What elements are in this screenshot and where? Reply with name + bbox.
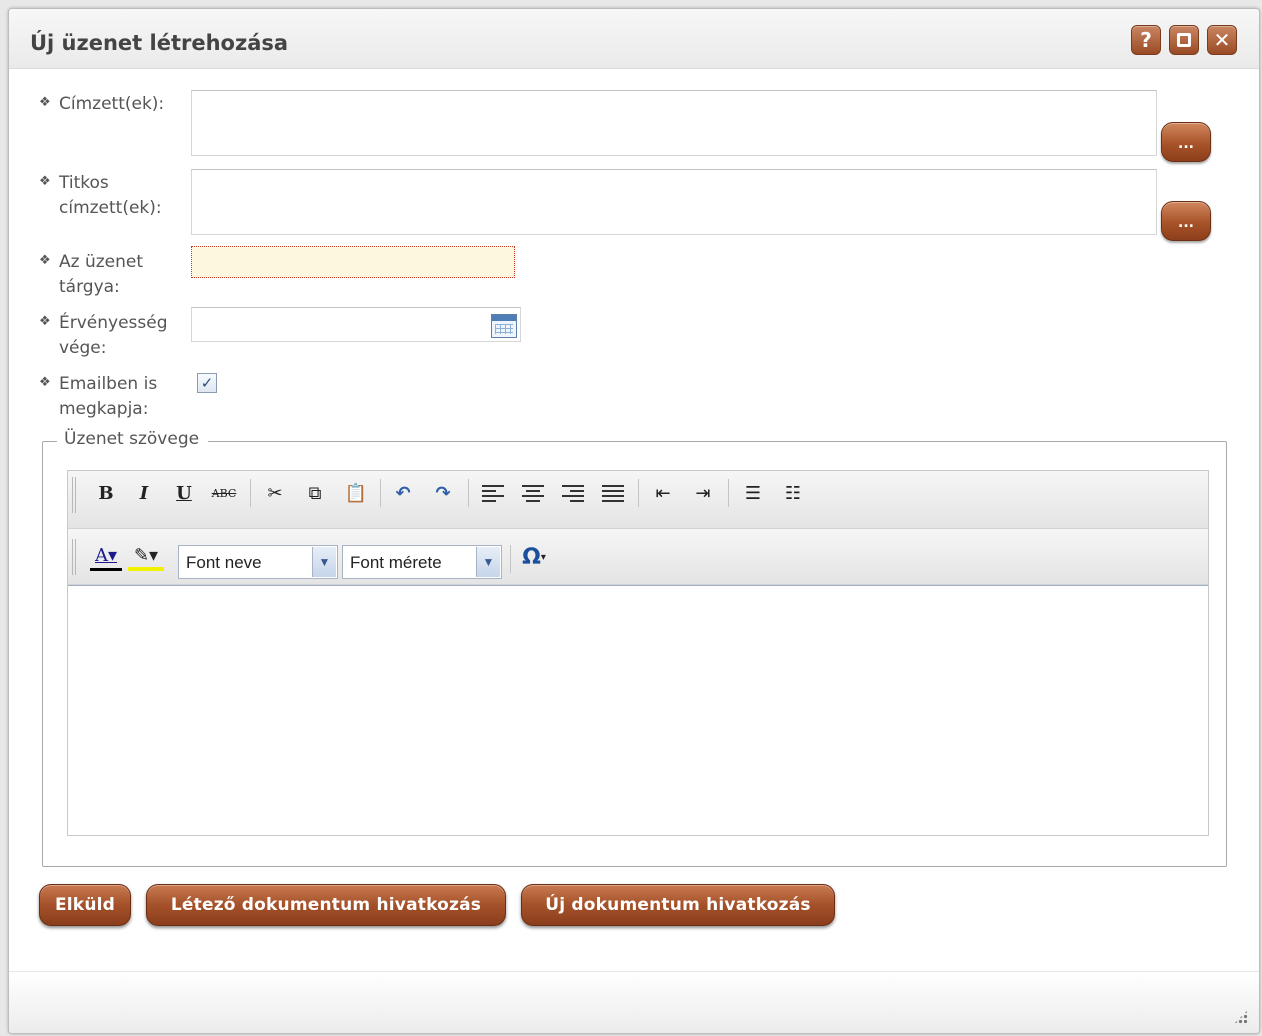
toolbar-separator [250, 479, 251, 507]
dialog-title: Új üzenet létrehozása [30, 31, 289, 55]
toolbar-grip[interactable] [72, 539, 76, 575]
copy-button[interactable]: ⧉ [302, 479, 328, 507]
expiry-label-row: ❖ Érvényesség vége: [39, 311, 184, 361]
copy-icon: ⧉ [308, 482, 322, 504]
font-size-select[interactable]: Font mérete ▼ [342, 545, 502, 579]
outdent-button[interactable]: ⇤ [650, 479, 676, 507]
toolbar-separator [638, 479, 639, 507]
indent-button[interactable]: ⇥ [690, 479, 716, 507]
calendar-icon[interactable] [491, 314, 517, 338]
align-right-button[interactable] [560, 479, 586, 507]
justify-icon [602, 484, 624, 502]
close-icon: ✕ [1213, 28, 1231, 52]
diamond-icon: ❖ [39, 314, 51, 329]
justify-button[interactable] [600, 479, 626, 507]
indent-icon: ⇥ [695, 482, 711, 504]
numbered-list-icon: ☷ [784, 482, 802, 504]
bullet-list-button[interactable]: ☰ [740, 479, 766, 507]
subject-label-row: ❖ Az üzenet tárgya: [39, 250, 184, 300]
highlight-color-button[interactable]: ✎▾ [128, 543, 164, 571]
editor-toolbar-bottom: A▾ ✎▾ Font neve ▼ Font mérete ▼ Ω ▾ [68, 529, 1208, 585]
cut-button[interactable]: ✂ [262, 479, 288, 507]
bold-button[interactable]: B [94, 479, 118, 507]
bullet-list-icon: ☰ [744, 482, 762, 504]
close-button[interactable]: ✕ [1207, 25, 1237, 55]
clipboard-icon: 📋 [344, 482, 368, 504]
email-label: Emailben is megkapja: [59, 374, 158, 419]
subject-input[interactable] [191, 246, 515, 278]
chevron-down-icon: ▾ [540, 551, 546, 563]
message-dialog: Új üzenet létrehozása ? ✕ ❖ Címzett(ek):… [8, 8, 1260, 1034]
dialog-titlebar[interactable]: Új üzenet létrehozása ? ✕ [9, 9, 1259, 69]
toolbar-separator [510, 545, 511, 573]
underline-button[interactable]: U [172, 479, 196, 507]
subject-label: Az üzenet tárgya: [59, 252, 144, 297]
editor-toolbar-top: B I U ABC ✂ ⧉ 📋 ↶ ↷ ⇤ ⇥ ☰ ☷ [68, 471, 1208, 529]
diamond-icon: ❖ [39, 253, 51, 268]
scissors-icon: ✂ [267, 482, 283, 504]
outdent-icon: ⇤ [655, 482, 671, 504]
message-legend: Üzenet szövege [57, 429, 209, 449]
font-name-select[interactable]: Font neve ▼ [178, 545, 338, 579]
recipients-label: Címzett(ek): [59, 94, 165, 114]
bcc-label: Titkos címzett(ek): [59, 173, 162, 218]
font-size-value: Font mérete [350, 553, 442, 572]
align-right-icon [562, 484, 584, 502]
email-checkbox[interactable]: ✓ [197, 373, 217, 393]
italic-button[interactable]: I [132, 479, 156, 507]
toolbar-grip[interactable] [72, 477, 76, 513]
paste-button[interactable]: 📋 [342, 479, 370, 507]
font-name-value: Font neve [186, 553, 262, 572]
maximize-button[interactable] [1169, 25, 1199, 55]
toolbar-separator [728, 479, 729, 507]
recipients-browse-button[interactable]: ... [1161, 122, 1211, 162]
recipients-label-row: ❖ Címzett(ek): [39, 92, 184, 117]
bcc-field[interactable] [191, 169, 1157, 235]
maximize-icon [1177, 33, 1191, 47]
email-label-row: ❖ Emailben is megkapja: [39, 372, 184, 422]
font-color-button[interactable]: A▾ [90, 543, 122, 571]
bcc-label-row: ❖ Titkos címzett(ek): [39, 171, 184, 221]
rich-text-editor: B I U ABC ✂ ⧉ 📋 ↶ ↷ ⇤ ⇥ ☰ ☷ A▾ ✎▾ Font n… [67, 470, 1209, 836]
numbered-list-button[interactable]: ☷ [780, 479, 806, 507]
highlighter-icon: ✎▾ [133, 544, 159, 566]
align-center-icon [522, 484, 544, 502]
chevron-down-icon[interactable]: ▼ [312, 547, 336, 577]
align-left-button[interactable] [480, 479, 506, 507]
toolbar-separator [468, 479, 469, 507]
bcc-browse-button[interactable]: ... [1161, 201, 1211, 241]
recipients-field[interactable] [191, 90, 1157, 156]
toolbar-separator [380, 479, 381, 507]
undo-icon: ↶ [395, 482, 411, 504]
strikethrough-button[interactable]: ABC [208, 479, 240, 507]
expiry-date-input[interactable] [191, 307, 521, 342]
help-button[interactable]: ? [1131, 25, 1161, 55]
help-icon: ? [1140, 28, 1152, 52]
chevron-down-icon[interactable]: ▼ [476, 547, 500, 577]
message-fieldset: Üzenet szövege B I U ABC ✂ ⧉ 📋 ↶ ↷ ⇤ ⇥ ☰… [42, 429, 1227, 867]
message-body-editor[interactable] [68, 585, 1208, 835]
omega-icon: Ω [522, 544, 541, 570]
redo-icon: ↷ [435, 482, 451, 504]
existing-document-link-button[interactable]: Létező dokumentum hivatkozás [146, 884, 506, 926]
font-color-icon: A▾ [94, 545, 118, 566]
send-button[interactable]: Elküld [39, 884, 131, 926]
redo-button[interactable]: ↷ [430, 479, 456, 507]
undo-button[interactable]: ↶ [390, 479, 416, 507]
new-document-link-button[interactable]: Új dokumentum hivatkozás [521, 884, 835, 926]
align-center-button[interactable] [520, 479, 546, 507]
special-char-button[interactable]: Ω ▾ [516, 543, 552, 571]
expiry-label: Érvényesség vége: [59, 313, 168, 358]
align-left-icon [482, 484, 504, 502]
resize-grip-icon[interactable] [1233, 1009, 1249, 1025]
diamond-icon: ❖ [39, 174, 51, 189]
diamond-icon: ❖ [39, 95, 51, 110]
diamond-icon: ❖ [39, 375, 51, 390]
checkmark-icon: ✓ [200, 374, 214, 392]
dialog-footer [9, 971, 1259, 1033]
